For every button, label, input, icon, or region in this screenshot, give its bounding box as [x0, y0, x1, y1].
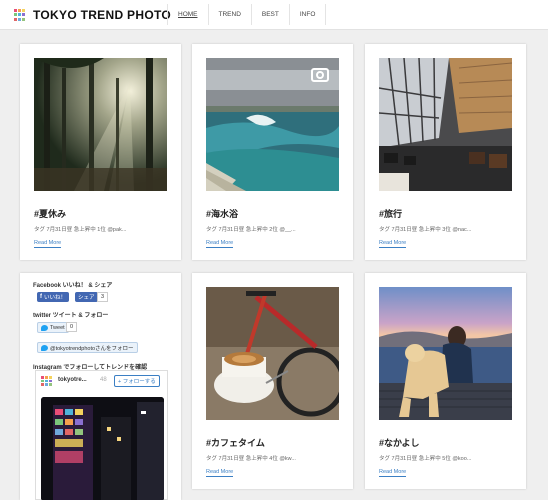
read-more-link[interactable]: Read More: [379, 240, 407, 248]
instagram-preview-photo[interactable]: [41, 397, 164, 500]
twitter-follow-button[interactable]: @tokyotrendphotoさんをフォロー: [37, 342, 138, 353]
nav-trend[interactable]: TREND: [207, 4, 251, 25]
facebook-like-label: いいね！: [44, 295, 67, 301]
instagram-widget: tokyotre... 48 + フォローする: [35, 370, 168, 500]
post-photo[interactable]: [34, 58, 167, 191]
post-tag[interactable]: #カフェタイム: [206, 436, 265, 449]
post-tag[interactable]: #海水浴: [206, 207, 238, 220]
post-card: #旅行 タグ 7月31日昼 急上昇中 3位 @nac... Read More: [365, 44, 526, 260]
main-nav: HOME TREND BEST INFO: [167, 4, 327, 25]
post-photo[interactable]: [206, 58, 339, 191]
facebook-label: Facebook いいね！ & シェア: [33, 283, 113, 289]
facebook-share-button[interactable]: シェア: [75, 292, 98, 302]
post-meta: タグ 7月31日昼 急上昇中 3位 @nac...: [379, 227, 472, 233]
logo-text: TOKYO TREND PHOTO: [33, 8, 172, 22]
nav-best-label: BEST: [261, 11, 279, 18]
twitter-bird-icon: [41, 344, 48, 351]
nav-info[interactable]: INFO: [288, 4, 327, 25]
post-card: #カフェタイム タグ 7月31日昼 急上昇中 4位 @kw... Read Mo…: [192, 273, 353, 489]
read-more-link[interactable]: Read More: [34, 240, 62, 248]
site-header: TOKYO TREND PHOTO HOME TREND BEST INFO: [0, 0, 548, 30]
instagram-follow-button[interactable]: + フォローする: [114, 375, 160, 387]
instagram-username[interactable]: tokyotre...: [58, 377, 87, 383]
post-card: #夏休み タグ 7月31日昼 急上昇中 1位 @pak... Read More: [20, 44, 181, 260]
post-card: #海水浴 タグ 7月31日昼 急上昇中 2位 @__... Read More: [192, 44, 353, 260]
facebook-like-button[interactable]: f いいね！: [37, 292, 70, 302]
post-meta: タグ 7月31日昼 急上昇中 4位 @kw...: [206, 456, 296, 462]
tweet-button[interactable]: Tweet: [37, 322, 69, 333]
tweet-count: 0: [66, 322, 78, 332]
post-tag[interactable]: #旅行: [379, 207, 402, 220]
nav-trend-label: TREND: [218, 11, 241, 18]
twitter-bird-icon: [41, 324, 48, 331]
nav-home[interactable]: HOME: [167, 4, 208, 25]
post-photo[interactable]: [379, 58, 512, 191]
post-card: #なかよし タグ 7月31日昼 急上昇中 5位 @koo... Read Mor…: [365, 273, 526, 489]
twitter-label: twitter ツイート & フォロー: [33, 313, 109, 319]
post-meta: タグ 7月31日昼 急上昇中 1位 @pak...: [34, 227, 127, 233]
post-tag[interactable]: #なかよし: [379, 436, 420, 449]
instagram-avatar: [40, 375, 52, 387]
post-tag[interactable]: #夏休み: [34, 207, 66, 220]
site-logo[interactable]: TOKYO TREND PHOTO: [14, 8, 171, 22]
instagram-post-count: 48: [100, 377, 107, 383]
nav-home-label: HOME: [178, 11, 198, 18]
tweet-label: Tweet: [50, 324, 65, 331]
read-more-link[interactable]: Read More: [206, 240, 234, 248]
post-meta: タグ 7月31日昼 急上昇中 5位 @koo...: [379, 456, 472, 462]
read-more-link[interactable]: Read More: [206, 469, 234, 477]
post-photo[interactable]: [206, 287, 339, 420]
logo-grid-icon: [14, 8, 27, 22]
instagram-camera-icon: [311, 68, 329, 82]
facebook-icon: f: [40, 294, 42, 300]
facebook-share-count: 3: [97, 292, 109, 302]
twitter-follow-label: @tokyotrendphotoさんをフォロー: [50, 345, 134, 352]
post-meta: タグ 7月31日昼 急上昇中 2位 @__...: [206, 227, 296, 233]
nav-info-label: INFO: [299, 11, 316, 18]
read-more-link[interactable]: Read More: [379, 469, 407, 477]
post-photo[interactable]: [379, 287, 512, 420]
nav-best[interactable]: BEST: [250, 4, 289, 25]
